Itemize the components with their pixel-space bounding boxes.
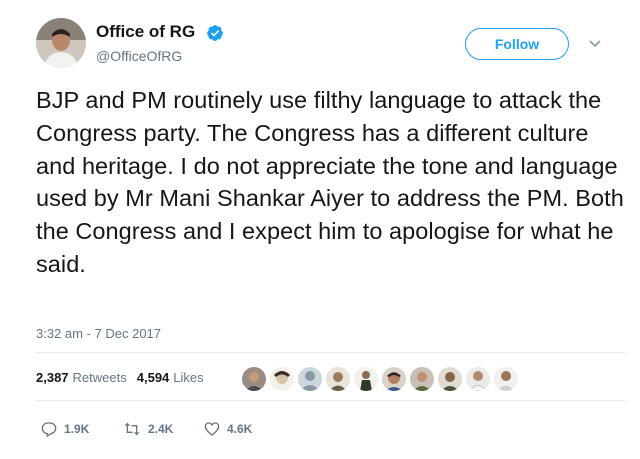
like-count: 4.6K — [227, 422, 253, 436]
retweet-count: 2.4K — [148, 422, 174, 436]
heart-icon — [204, 422, 220, 436]
profile-avatar[interactable] — [36, 18, 86, 68]
liker-avatar[interactable] — [465, 366, 491, 392]
liker-avatar[interactable] — [269, 366, 295, 392]
liker-avatar[interactable] — [381, 366, 407, 392]
tweet-timestamp[interactable]: 3:32 am - 7 Dec 2017 — [36, 326, 161, 341]
retweet-icon — [124, 422, 140, 436]
liker-avatar[interactable] — [409, 366, 435, 392]
display-name[interactable]: Office of RG — [96, 22, 195, 42]
liker-avatar[interactable] — [325, 366, 351, 392]
engagement-stats: 2,387 Retweets 4,594 Likes — [36, 370, 204, 385]
follow-button[interactable]: Follow — [465, 28, 569, 60]
liker-avatar[interactable] — [353, 366, 379, 392]
retweets-label[interactable]: Retweets — [73, 370, 127, 385]
divider — [36, 400, 626, 401]
divider — [36, 352, 626, 353]
liker-avatar[interactable] — [437, 366, 463, 392]
likes-label[interactable]: Likes — [173, 370, 203, 385]
liker-avatar[interactable] — [241, 366, 267, 392]
reply-icon — [41, 422, 57, 437]
liker-avatar[interactable] — [493, 366, 519, 392]
liker-avatars — [241, 366, 521, 392]
retweet-action[interactable]: 2.4K — [122, 421, 173, 437]
reply-count: 1.9K — [64, 422, 90, 436]
tweet-text: BJP and PM routinely use filthy language… — [36, 87, 624, 277]
reply-action[interactable]: 1.9K — [40, 421, 89, 437]
chevron-down-icon[interactable] — [588, 38, 602, 50]
tweet-card: Office of RG @OfficeOfRG Follow BJP and … — [0, 0, 640, 459]
like-action[interactable]: 4.6K — [203, 421, 252, 437]
liker-avatar[interactable] — [297, 366, 323, 392]
likes-count[interactable]: 4,594 — [137, 370, 170, 385]
retweets-count[interactable]: 2,387 — [36, 370, 69, 385]
user-handle[interactable]: @OfficeOfRG — [96, 48, 182, 64]
verified-badge-icon — [207, 25, 223, 41]
